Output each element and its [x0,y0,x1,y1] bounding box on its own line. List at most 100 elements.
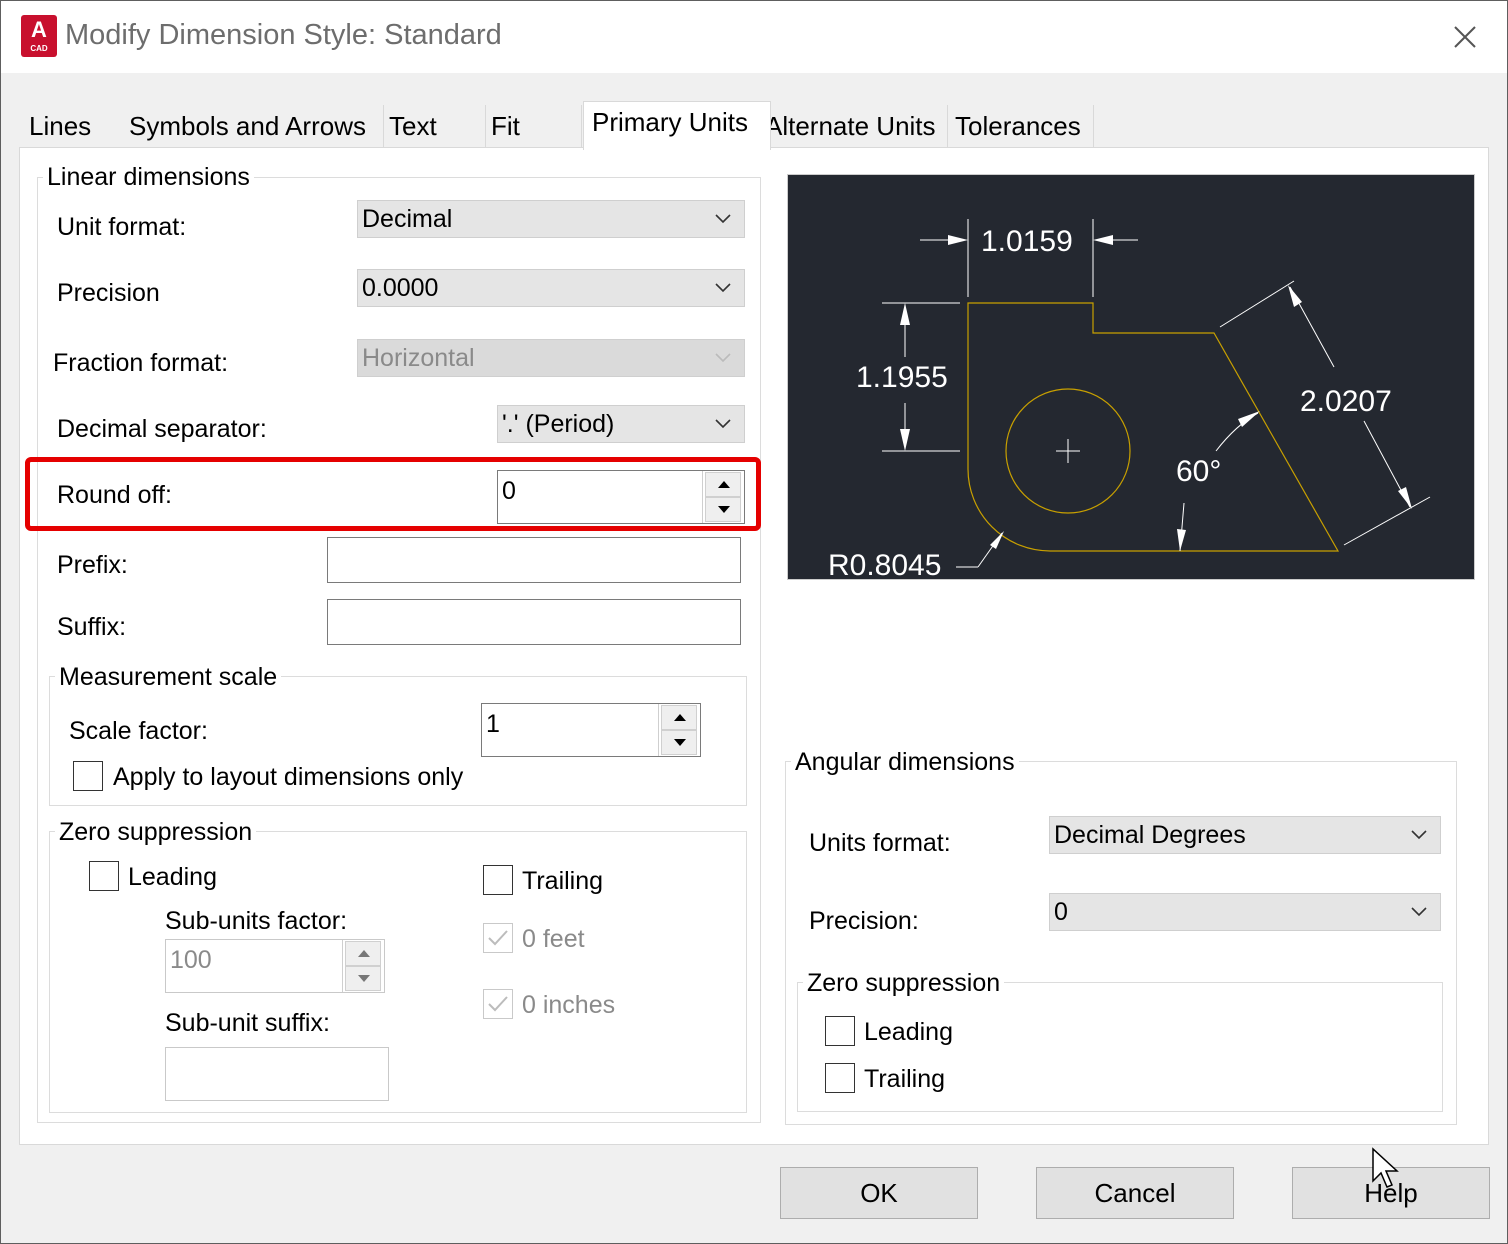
chevron-down-icon [715,283,731,293]
decimal-separator-label: Decimal separator: [57,415,267,443]
tab-label: Lines [29,111,92,141]
arrow-down-icon [358,975,370,983]
apply-layout-label: Apply to layout dimensions only [113,763,464,791]
prefix-input[interactable] [327,537,741,583]
app-icon-letter: A [31,17,47,42]
arrow-down-icon [674,739,686,747]
leading-checkbox[interactable] [89,861,119,891]
arrow-up-icon [674,714,686,721]
fraction-format-label: Fraction format: [53,349,229,377]
precision-dropdown[interactable]: 0.0000 [357,269,745,307]
chevron-down-icon [715,214,731,224]
angular-units-format-value: Decimal Degrees [1054,821,1246,849]
scale-factor-spinner[interactable]: 1 [481,703,701,757]
arrow-up-icon [358,950,370,957]
angular-zero-suppression-label: Zero suppression [803,969,1005,998]
angular-precision-dropdown[interactable]: 0 [1049,893,1441,931]
preview-outline [967,302,1340,552]
spin-up-button[interactable] [661,705,697,730]
tab-text[interactable]: Text [385,105,486,147]
angular-precision-value: 0 [1054,898,1068,926]
fraction-format-value: Horizontal [362,344,475,372]
angular-units-format-label: Units format: [809,829,951,857]
spin-down-button[interactable] [661,730,697,755]
trailing-checkbox[interactable] [483,865,513,895]
tab-symbols-and-arrows[interactable]: Symbols and Arrows [125,105,384,147]
spin-down-button[interactable] [345,966,381,991]
precision-label: Precision [57,279,160,307]
title-bar: A CAD Modify Dimension Style: Standard [1,1,1507,73]
chevron-down-icon [715,419,731,429]
preview-dim-angle: 60° [1176,455,1221,488]
sub-units-factor-label: Sub-units factor: [165,907,348,935]
angular-units-format-dropdown[interactable]: Decimal Degrees [1049,816,1441,854]
suffix-input[interactable] [327,599,741,645]
tab-lines[interactable]: Lines [25,105,126,147]
tab-label: Primary Units [592,107,749,137]
close-icon[interactable] [1449,21,1481,53]
preview-dim-top: 1.0159 [981,225,1073,258]
chevron-down-icon [1411,907,1427,917]
dialog-title: Modify Dimension Style: Standard [65,19,502,51]
suffix-label: Suffix: [57,613,127,641]
fraction-format-dropdown[interactable]: Horizontal [357,339,745,377]
ok-button[interactable]: OK [780,1167,978,1219]
checkmark-icon [488,996,508,1012]
decimal-separator-value: '.' (Period) [502,410,615,438]
dialog-window: A CAD Modify Dimension Style: Standard L… [0,0,1508,1244]
tab-label: Tolerances [955,111,1081,141]
tab-label: Fit [491,111,520,141]
autocad-app-icon: A CAD [21,15,57,57]
chevron-down-icon [715,353,731,363]
prefix-label: Prefix: [57,551,128,579]
round-off-highlight [25,457,761,531]
tab-tolerances[interactable]: Tolerances [951,105,1094,147]
angular-trailing-checkbox[interactable] [825,1063,855,1093]
angular-leading-checkbox[interactable] [825,1016,855,1046]
checkmark-icon [488,930,508,946]
angular-leading-label: Leading [864,1018,953,1046]
preview-dim-radius: R0.8045 [828,549,941,579]
unit-format-label: Unit format: [57,213,187,241]
scale-factor-value: 1 [486,710,500,738]
chevron-down-icon [1411,830,1427,840]
angular-dimensions-label: Angular dimensions [791,748,1019,777]
cancel-button[interactable]: Cancel [1036,1167,1234,1219]
sub-units-factor-spin-buttons [342,940,384,992]
decimal-separator-dropdown[interactable]: '.' (Period) [497,405,745,443]
angular-trailing-label: Trailing [864,1065,946,1093]
precision-value: 0.0000 [362,274,439,302]
angular-precision-label: Precision: [809,907,919,935]
mouse-cursor-icon [1372,1147,1399,1188]
sub-unit-suffix-input[interactable] [165,1047,389,1101]
zero-inches-checkbox[interactable] [483,989,513,1019]
preview-dim-left: 1.1955 [856,361,948,394]
sub-units-factor-spinner[interactable]: 100 [165,939,385,993]
zero-suppression-linear-label: Zero suppression [55,818,257,847]
apply-layout-checkbox[interactable] [73,761,103,791]
sub-unit-suffix-label: Sub-unit suffix: [165,1009,330,1037]
preview-drawing: 1.0159 1.1955 2.0207 60° R0.8045 [828,219,1431,579]
tab-label: Symbols and Arrows [129,111,366,141]
scale-factor-spin-buttons [658,704,700,756]
tab-fit[interactable]: Fit [487,105,582,147]
preview-dim-diag: 2.0207 [1300,385,1392,418]
unit-format-value: Decimal [362,205,453,233]
dimension-preview: 1.0159 1.1955 2.0207 60° R0.8045 [787,174,1475,580]
zero-feet-label: 0 feet [522,925,585,953]
linear-dimensions-label: Linear dimensions [43,163,254,192]
zero-inches-label: 0 inches [522,991,616,1019]
zero-feet-checkbox[interactable] [483,923,513,953]
spin-up-button[interactable] [345,941,381,966]
trailing-label: Trailing [522,867,604,895]
scale-factor-label: Scale factor: [69,717,208,745]
leading-label: Leading [128,863,217,891]
tab-alternate-units[interactable]: Alternate Units [763,105,948,147]
tab-label: Alternate Units [765,111,936,141]
unit-format-dropdown[interactable]: Decimal [357,200,745,238]
app-icon-caption: CAD [30,44,48,53]
measurement-scale-label: Measurement scale [55,663,282,692]
tab-primary-units[interactable]: Primary Units [583,101,771,150]
sub-units-factor-value: 100 [170,946,212,974]
tab-label: Text [389,111,437,141]
